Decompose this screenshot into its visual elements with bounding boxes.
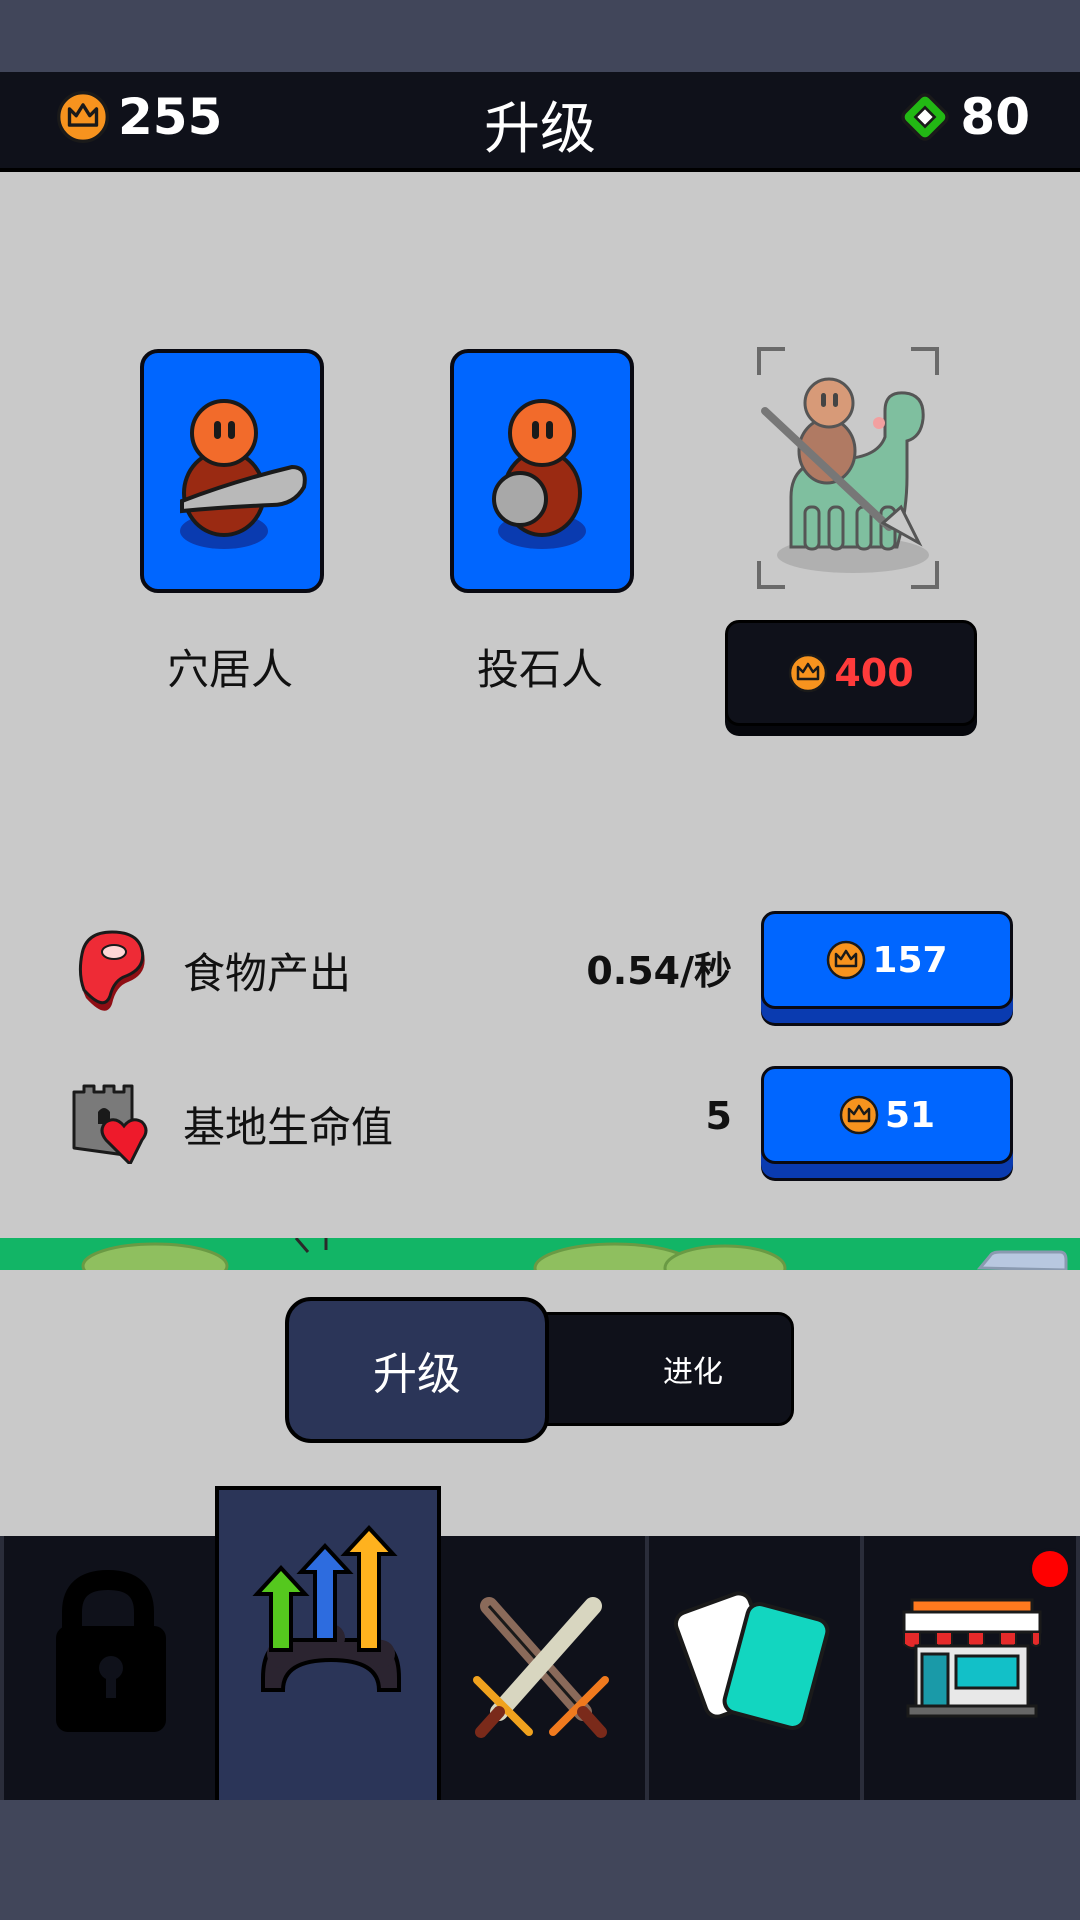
- unit-name-stone-thrower: 投石人: [476, 645, 603, 694]
- gem-counter: 80: [898, 88, 1030, 146]
- tab-upgrade[interactable]: 升级: [285, 1297, 549, 1443]
- unit-name-caveman: 穴居人: [166, 645, 293, 694]
- gem-icon: [901, 93, 950, 141]
- lock-icon: [56, 1569, 166, 1732]
- tab-evolve-label: 进化: [663, 1355, 723, 1390]
- unit-card-caveman[interactable]: [140, 349, 324, 593]
- tab-upgrade-label: 升级: [373, 1349, 461, 1400]
- meat-icon: [78, 930, 145, 1011]
- scenery-bushes: [81, 1238, 1068, 1270]
- nav-item-upgrade[interactable]: [215, 1486, 441, 1804]
- upgrade-food-cost: 157: [872, 939, 948, 981]
- base-health-icon: [72, 1084, 148, 1164]
- shop-notification-badge: [1029, 1548, 1071, 1590]
- unit-card-stone-thrower[interactable]: [450, 349, 634, 593]
- stat-value-food: 0.54/秒: [586, 949, 732, 993]
- crown-coin-icon: [788, 653, 828, 693]
- crown-coin-icon: [839, 1095, 879, 1135]
- tab-evolve[interactable]: 进化: [532, 1312, 794, 1426]
- nav-item-cards[interactable]: [649, 1536, 860, 1800]
- upgrade-base-health-cost: 51: [884, 1094, 936, 1136]
- cards-icon: [673, 1591, 830, 1731]
- caveman-club-icon: [180, 399, 307, 549]
- stat-label-base-health: 基地生命值: [183, 1103, 394, 1152]
- gem-count: 80: [960, 88, 1030, 146]
- crown-coin-icon: [826, 940, 866, 980]
- nav-item-battle[interactable]: [433, 1536, 645, 1800]
- stat-value-base-health: 5: [705, 1094, 732, 1138]
- upgrade-arrows-icon: [252, 1525, 401, 1692]
- bottom-margin: [0, 1800, 1080, 1920]
- unlock-price-button[interactable]: 400: [725, 620, 977, 726]
- upgrade-food-button[interactable]: 157: [761, 911, 1013, 1009]
- battlefield-preview: [0, 1238, 1080, 1270]
- stone-thrower-icon: [492, 399, 586, 549]
- unlock-price: 400: [834, 651, 914, 695]
- nav-divider: [1076, 1536, 1080, 1800]
- nav-item-locked[interactable]: [4, 1536, 215, 1800]
- stat-label-food: 食物产出: [183, 949, 352, 998]
- dino-rider-icon: [757, 347, 939, 589]
- unit-card-dino-rider-locked[interactable]: [757, 347, 939, 589]
- upgrade-base-health-button[interactable]: 51: [761, 1066, 1013, 1164]
- crossed-swords-icon: [473, 1597, 609, 1738]
- top-margin: [0, 0, 1080, 72]
